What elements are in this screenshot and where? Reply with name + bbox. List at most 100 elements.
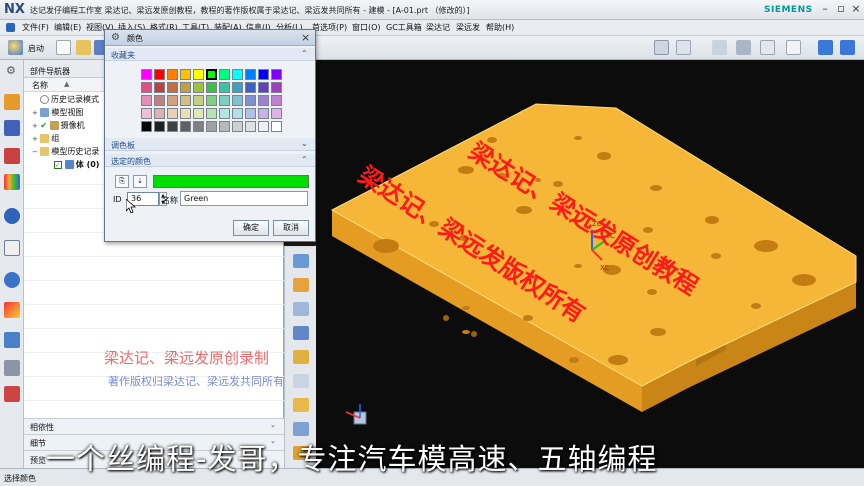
expand-icon[interactable]: +: [32, 122, 38, 130]
color-swatch[interactable]: [245, 121, 256, 132]
roles-icon[interactable]: [4, 332, 20, 348]
color-swatch[interactable]: [245, 69, 256, 80]
wireframe-icon[interactable]: [712, 40, 727, 55]
color-swatch[interactable]: [206, 121, 217, 132]
color-swatch[interactable]: [154, 121, 165, 132]
color-swatch[interactable]: [232, 121, 243, 132]
color-swatch[interactable]: [193, 108, 204, 119]
menu-window[interactable]: 窗口(O): [352, 22, 381, 33]
menu-file[interactable]: 文件(F): [22, 22, 49, 33]
selection-filter-icon[interactable]: [654, 40, 669, 55]
color-swatch[interactable]: [271, 82, 282, 93]
color-swatch[interactable]: [258, 95, 269, 106]
app-menu-icon[interactable]: [6, 23, 15, 32]
color-swatch[interactable]: [271, 69, 282, 80]
color-swatch[interactable]: [193, 95, 204, 106]
render-style-icon[interactable]: [760, 40, 775, 55]
chevron-down-icon[interactable]: ⌄: [301, 139, 308, 148]
shell-icon[interactable]: [293, 422, 309, 436]
new-file-icon[interactable]: [56, 40, 71, 55]
close-icon[interactable]: ×: [301, 31, 310, 44]
color-swatch[interactable]: [167, 69, 178, 80]
color-swatch[interactable]: [154, 69, 165, 80]
color-swatch[interactable]: [154, 95, 165, 106]
graphics-viewport[interactable]: ZC YC XC 梁达记、梁远发原创教程 梁达记、梁远发版权所有: [316, 60, 864, 468]
history-icon[interactable]: [4, 240, 20, 256]
close-icon[interactable]: ×: [849, 2, 863, 16]
cancel-button[interactable]: 取消: [273, 220, 309, 236]
color-swatch[interactable]: [206, 82, 217, 93]
color-swatch[interactable]: [193, 82, 204, 93]
color-swatch[interactable]: [232, 69, 243, 80]
gear-icon[interactable]: ⚙: [6, 64, 16, 77]
color-swatch[interactable]: [180, 121, 191, 132]
color-swatch[interactable]: [141, 108, 152, 119]
color-swatch[interactable]: [167, 95, 178, 106]
color-swatch[interactable]: [193, 69, 204, 80]
copy-color-button[interactable]: ⎘: [115, 175, 129, 188]
pocket-icon[interactable]: [293, 350, 309, 364]
color-swatch[interactable]: [219, 108, 230, 119]
clock-icon[interactable]: [4, 272, 20, 288]
part-model-svg[interactable]: ZC YC XC: [316, 60, 864, 468]
chamfer-icon[interactable]: [293, 398, 309, 412]
color-swatch[interactable]: [232, 108, 243, 119]
ok-button[interactable]: 确定: [233, 220, 269, 236]
color-swatch[interactable]: [258, 69, 269, 80]
color-swatch[interactable]: [219, 95, 230, 106]
assembly-navigator-icon[interactable]: [4, 120, 20, 136]
color-swatch[interactable]: [245, 95, 256, 106]
color-swatch[interactable]: [258, 82, 269, 93]
color-swatch[interactable]: [167, 121, 178, 132]
constraint-navigator-icon[interactable]: [4, 148, 20, 164]
color-swatch[interactable]: [167, 82, 178, 93]
menu-preferences[interactable]: 首选项(P): [312, 22, 347, 33]
color-swatch[interactable]: [141, 69, 152, 80]
name-input[interactable]: Green: [180, 191, 308, 206]
color-swatch[interactable]: [141, 95, 152, 106]
process-studio-icon[interactable]: [4, 302, 20, 318]
color-swatch[interactable]: [141, 121, 152, 132]
color-swatch[interactable]: [154, 82, 165, 93]
menu-liangyuanfa[interactable]: 梁远发: [456, 22, 480, 33]
web-browser-icon[interactable]: [4, 208, 20, 224]
menu-liangdaji[interactable]: 梁达记: [426, 22, 450, 33]
revolve-icon[interactable]: [293, 278, 309, 292]
section-dependencies[interactable]: 相依性 ⌄: [24, 418, 284, 434]
open-folder-icon[interactable]: [76, 40, 91, 55]
color-swatch[interactable]: [206, 69, 217, 80]
color-swatch[interactable]: [258, 121, 269, 132]
expand-icon[interactable]: +: [32, 109, 38, 117]
maximize-icon[interactable]: ▫: [834, 2, 848, 16]
extrude-icon[interactable]: [293, 254, 309, 268]
snap-arrow-icon[interactable]: [818, 40, 833, 55]
minimize-icon[interactable]: –: [818, 2, 832, 16]
color-swatch[interactable]: [219, 69, 230, 80]
color-swatch[interactable]: [232, 82, 243, 93]
start-button[interactable]: 启动: [28, 43, 44, 54]
color-swatch[interactable]: [180, 108, 191, 119]
color-swatch[interactable]: [271, 95, 282, 106]
chevron-up-icon[interactable]: ⌃: [301, 49, 308, 58]
start-icon[interactable]: [8, 40, 23, 55]
boss-icon[interactable]: [293, 326, 309, 340]
part-navigator-icon[interactable]: [4, 94, 20, 110]
expand-icon[interactable]: +: [32, 135, 38, 143]
dialog-title-bar[interactable]: ⚙ 颜色 ×: [105, 30, 315, 46]
checkmark-icon[interactable]: ✔: [40, 121, 47, 130]
background-icon[interactable]: [786, 40, 801, 55]
color-swatch[interactable]: [180, 69, 191, 80]
blend-icon[interactable]: [293, 374, 309, 388]
color-swatch[interactable]: [206, 95, 217, 106]
color-swatch[interactable]: [258, 108, 269, 119]
section-favorites[interactable]: 收藏夹 ⌃: [105, 48, 315, 61]
color-swatch[interactable]: [232, 95, 243, 106]
color-swatch[interactable]: [245, 82, 256, 93]
color-swatch[interactable]: [167, 108, 178, 119]
chevron-down-icon[interactable]: ⌄: [270, 421, 276, 429]
menu-help[interactable]: 帮助(H): [486, 22, 514, 33]
orient-view-icon[interactable]: [736, 40, 751, 55]
view-select-icon[interactable]: [676, 40, 691, 55]
menu-edit[interactable]: 编辑(E): [54, 22, 81, 33]
sort-arrow-icon[interactable]: ▲: [64, 80, 69, 88]
